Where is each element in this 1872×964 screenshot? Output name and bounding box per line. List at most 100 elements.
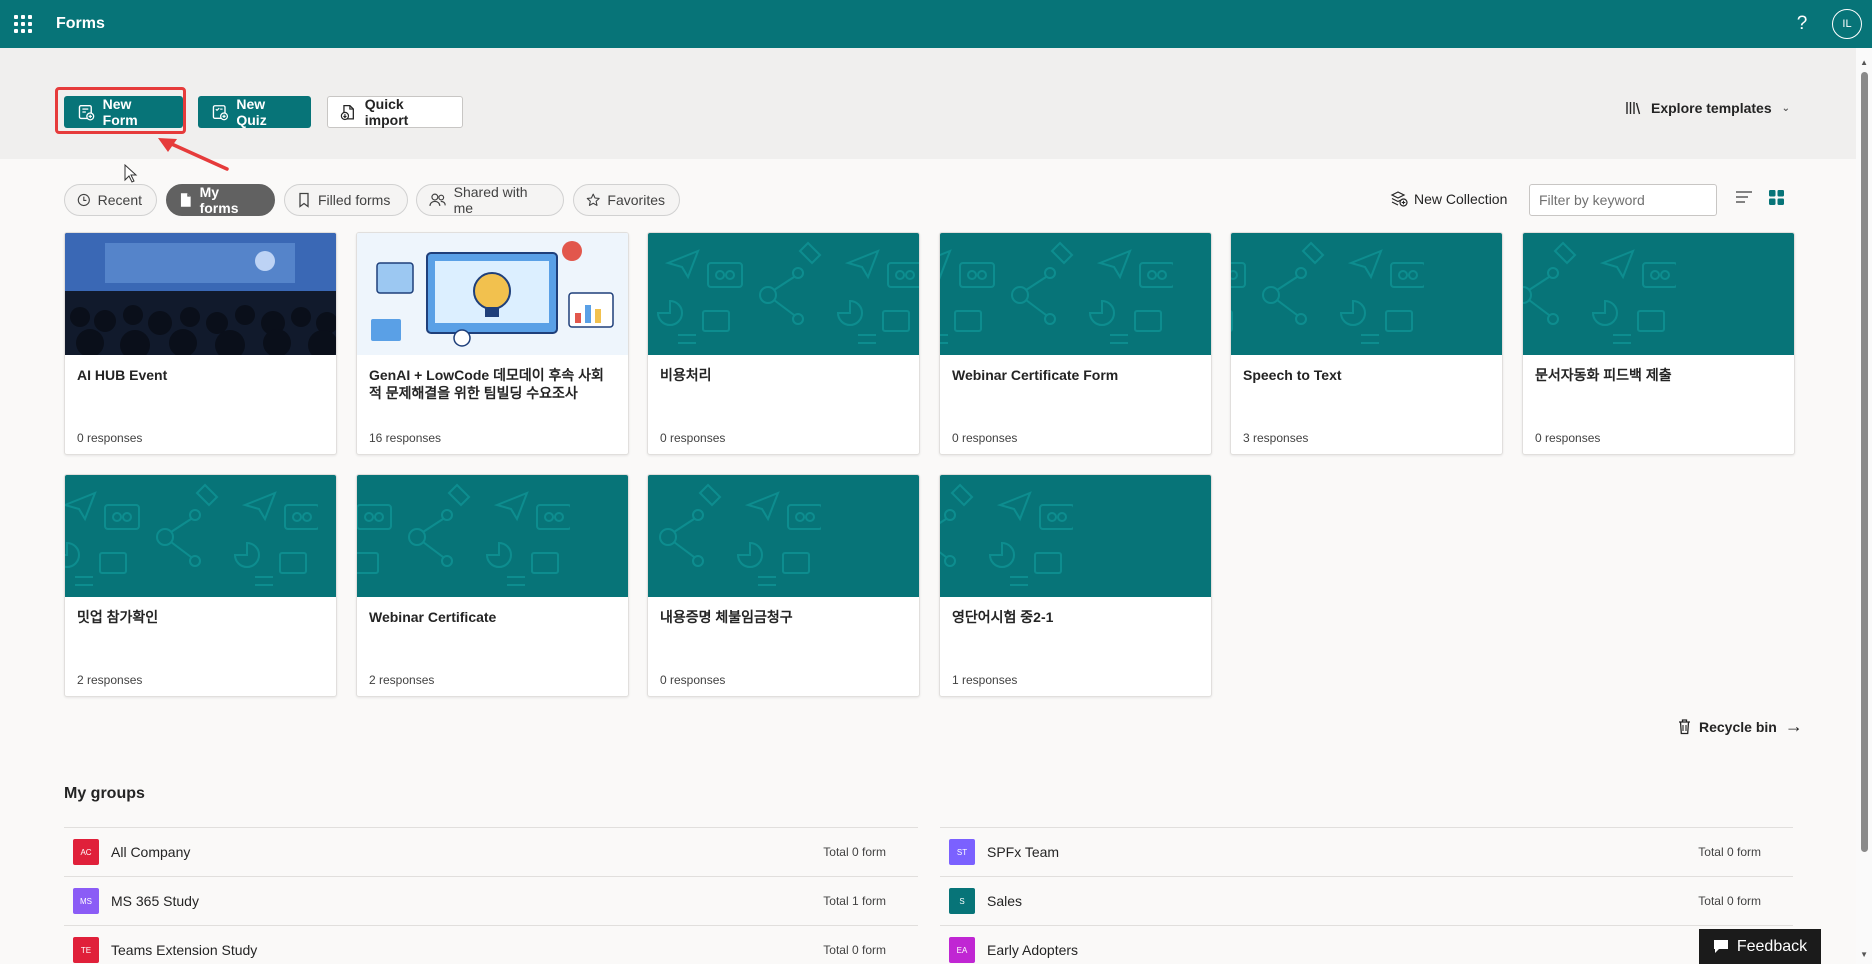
filter-favorites-label: Favorites bbox=[607, 192, 665, 208]
chevron-down-icon: ⌄ bbox=[1781, 102, 1790, 114]
card-title: 내용증명 체불임금청구 bbox=[660, 609, 793, 625]
form-card[interactable]: Webinar Certificate Form 0 responses bbox=[939, 232, 1212, 455]
form-card[interactable]: Webinar Certificate 2 responses bbox=[356, 474, 629, 697]
group-total: Total 0 form bbox=[1698, 845, 1761, 859]
card-thumbnail bbox=[940, 233, 1211, 355]
top-bar: Forms ? IL bbox=[0, 0, 1872, 48]
group-row[interactable]: AC All Company Total 0 form bbox=[64, 827, 918, 876]
mouse-cursor-icon bbox=[124, 164, 138, 183]
group-name: MS 365 Study bbox=[111, 893, 199, 909]
quick-import-button[interactable]: Quick import bbox=[327, 96, 463, 128]
filter-my-forms[interactable]: My forms bbox=[166, 184, 275, 216]
group-name: All Company bbox=[111, 844, 191, 860]
group-row[interactable]: TE Teams Extension Study Total 0 form bbox=[64, 925, 918, 964]
doodle-pattern-icon bbox=[648, 233, 919, 355]
scroll-down-icon[interactable]: ▼ bbox=[1860, 950, 1868, 959]
audience-image-icon bbox=[65, 233, 336, 355]
group-badge: ST bbox=[949, 839, 975, 865]
people-icon bbox=[429, 193, 446, 206]
recycle-bin-link[interactable]: Recycle bin → bbox=[1677, 716, 1803, 737]
group-row[interactable]: EA Early Adopters bbox=[940, 925, 1793, 964]
recycle-bin-label: Recycle bin bbox=[1699, 718, 1777, 735]
card-title: Speech to Text bbox=[1243, 367, 1342, 383]
form-card[interactable]: 내용증명 체불임금청구 0 responses bbox=[647, 474, 920, 697]
card-responses: 1 responses bbox=[952, 673, 1018, 687]
filter-keyword-input[interactable] bbox=[1529, 184, 1717, 216]
new-collection-button[interactable]: New Collection bbox=[1390, 190, 1507, 207]
card-title: 밋업 참가확인 bbox=[77, 609, 159, 625]
group-total: Total 1 form bbox=[823, 894, 886, 908]
filter-favorites[interactable]: Favorites bbox=[573, 184, 680, 216]
new-quiz-label: New Quiz bbox=[236, 96, 267, 128]
form-card[interactable]: 영단어시험 중2-1 1 responses bbox=[939, 474, 1212, 697]
grid-view-icon[interactable] bbox=[1768, 189, 1785, 206]
form-card[interactable]: 밋업 참가확인 2 responses bbox=[64, 474, 337, 697]
filter-recent[interactable]: Recent bbox=[64, 184, 157, 216]
card-responses: 0 responses bbox=[77, 431, 143, 445]
filter-shared-label: Shared with me bbox=[453, 184, 528, 216]
filter-filled-forms[interactable]: Filled forms bbox=[284, 184, 408, 216]
explore-templates-label: Explore templates bbox=[1651, 100, 1772, 116]
doodle-pattern-icon bbox=[940, 233, 1173, 355]
card-responses: 0 responses bbox=[1535, 431, 1601, 445]
groups-title: My groups bbox=[64, 785, 145, 802]
doodle-pattern-icon bbox=[357, 475, 570, 597]
form-card[interactable]: AI HUB Event 0 responses bbox=[64, 232, 337, 455]
app-title[interactable]: Forms bbox=[56, 15, 105, 33]
card-responses: 0 responses bbox=[952, 431, 1018, 445]
card-thumbnail bbox=[1231, 233, 1502, 355]
filter-recent-label: Recent bbox=[97, 192, 142, 208]
card-title: 문서자동화 피드백 제출 bbox=[1535, 367, 1672, 383]
card-thumbnail bbox=[940, 475, 1211, 597]
group-badge: AC bbox=[73, 839, 99, 865]
form-card[interactable]: GenAI + LowCode 데모데이 후속 사회적 문제해결을 위한 팀빌딩… bbox=[356, 232, 629, 455]
card-thumbnail bbox=[1523, 233, 1794, 355]
new-quiz-button[interactable]: New Quiz bbox=[198, 96, 311, 128]
feedback-button[interactable]: Feedback bbox=[1699, 929, 1821, 964]
form-card[interactable]: Speech to Text 3 responses bbox=[1230, 232, 1503, 455]
group-badge: TE bbox=[73, 937, 99, 963]
collection-add-icon bbox=[1390, 191, 1408, 207]
group-total: Total 0 form bbox=[1698, 894, 1761, 908]
card-title: Webinar Certificate bbox=[369, 609, 497, 625]
group-row[interactable]: ST SPFx Team Total 0 form bbox=[940, 827, 1793, 876]
group-name: Early Adopters bbox=[987, 942, 1079, 958]
new-quiz-icon bbox=[212, 104, 229, 120]
explore-templates-button[interactable]: Explore templates ⌄ bbox=[1625, 100, 1790, 116]
doodle-pattern-icon bbox=[1231, 233, 1424, 355]
card-thumbnail bbox=[357, 475, 628, 597]
group-badge: MS bbox=[73, 888, 99, 914]
card-title: GenAI + LowCode 데모데이 후속 사회적 문제해결을 위한 팀빌딩… bbox=[369, 367, 604, 401]
waffle-icon bbox=[14, 15, 32, 33]
star-icon bbox=[586, 193, 600, 206]
arrow-right-icon: → bbox=[1784, 716, 1803, 736]
card-title: AI HUB Event bbox=[77, 367, 168, 383]
list-view-icon[interactable] bbox=[1735, 189, 1753, 205]
scrollbar-thumb[interactable] bbox=[1861, 72, 1868, 852]
bookmark-icon bbox=[299, 192, 309, 208]
filter-shared-with-me[interactable]: Shared with me bbox=[416, 184, 564, 216]
avatar[interactable]: IL bbox=[1832, 9, 1862, 39]
doodle-pattern-icon bbox=[648, 475, 821, 597]
form-card[interactable]: 비용처리 0 responses bbox=[647, 232, 920, 455]
card-responses: 3 responses bbox=[1243, 431, 1309, 445]
doodle-pattern-icon bbox=[940, 475, 1073, 597]
card-title: Webinar Certificate Form bbox=[952, 367, 1119, 383]
form-card[interactable]: 문서자동화 피드백 제출 0 responses bbox=[1522, 232, 1795, 455]
document-icon bbox=[180, 193, 191, 207]
card-title: 비용처리 bbox=[660, 367, 712, 383]
library-icon bbox=[1626, 102, 1641, 115]
card-responses: 0 responses bbox=[660, 431, 726, 445]
annotation-arrow-icon bbox=[158, 138, 229, 171]
app-launcher-button[interactable] bbox=[0, 0, 46, 48]
group-name: SPFx Team bbox=[987, 844, 1060, 860]
scroll-up-icon[interactable]: ▲ bbox=[1860, 58, 1868, 67]
filter-my-forms-label: My forms bbox=[199, 184, 239, 216]
group-row[interactable]: MS MS 365 Study Total 1 form bbox=[64, 876, 918, 925]
card-responses: 16 responses bbox=[369, 431, 442, 445]
import-icon bbox=[340, 104, 354, 120]
group-row[interactable]: S Sales Total 0 form bbox=[940, 876, 1793, 925]
help-button[interactable]: ? bbox=[1790, 12, 1814, 36]
chat-icon bbox=[1713, 940, 1728, 953]
card-thumbnail bbox=[648, 233, 919, 355]
